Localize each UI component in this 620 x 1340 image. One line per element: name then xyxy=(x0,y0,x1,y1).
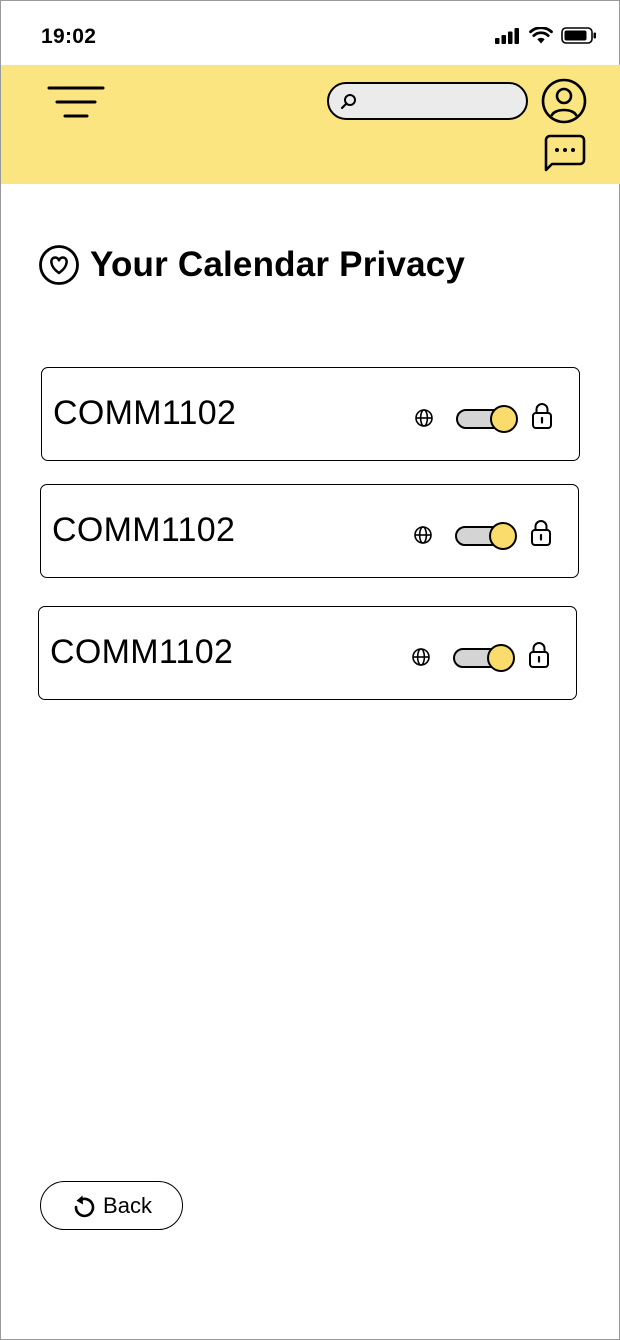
globe-icon xyxy=(412,648,430,666)
app-header xyxy=(1,65,620,184)
globe-icon xyxy=(415,409,433,427)
status-time: 19:02 xyxy=(41,25,97,48)
toggle-knob xyxy=(487,644,515,672)
privacy-toggle[interactable] xyxy=(456,404,518,433)
user-icon[interactable] xyxy=(541,78,587,124)
globe-icon xyxy=(414,526,432,544)
calendar-privacy-card: COMM1102 xyxy=(40,484,579,578)
back-button-label: Back xyxy=(103,1192,152,1218)
lock-icon xyxy=(529,642,549,668)
lock-icon xyxy=(532,403,552,429)
calendar-name: COMM1102 xyxy=(53,394,237,432)
back-button[interactable]: Back xyxy=(40,1181,183,1230)
menu-icon[interactable] xyxy=(47,83,105,123)
toggle-knob xyxy=(490,405,518,433)
calendar-privacy-card: COMM1102 xyxy=(41,367,580,461)
search-bar[interactable] xyxy=(327,82,528,120)
battery-icon xyxy=(561,27,596,44)
search-icon xyxy=(340,94,356,110)
page-title: Your Calendar Privacy xyxy=(90,245,466,284)
status-icons xyxy=(495,27,597,44)
page-title-row: Your Calendar Privacy xyxy=(38,244,465,286)
undo-icon xyxy=(74,1195,95,1217)
heart-circle-icon xyxy=(39,245,79,285)
lock-icon xyxy=(531,520,551,546)
calendar-name: COMM1102 xyxy=(50,633,234,671)
privacy-toggle[interactable] xyxy=(455,521,517,550)
toggle-knob xyxy=(489,522,517,550)
calendar-name: COMM1102 xyxy=(52,511,236,549)
chat-icon[interactable] xyxy=(544,134,586,172)
search-input[interactable] xyxy=(363,90,518,114)
wifi-icon xyxy=(529,27,553,44)
signal-icon xyxy=(495,27,519,44)
privacy-toggle[interactable] xyxy=(453,643,515,672)
status-bar: 19:02 xyxy=(1,1,620,65)
phone-screen: 19:02 Your Calendar Privacy COMM1102 COM… xyxy=(0,0,620,1340)
calendar-privacy-card: COMM1102 xyxy=(38,606,577,700)
